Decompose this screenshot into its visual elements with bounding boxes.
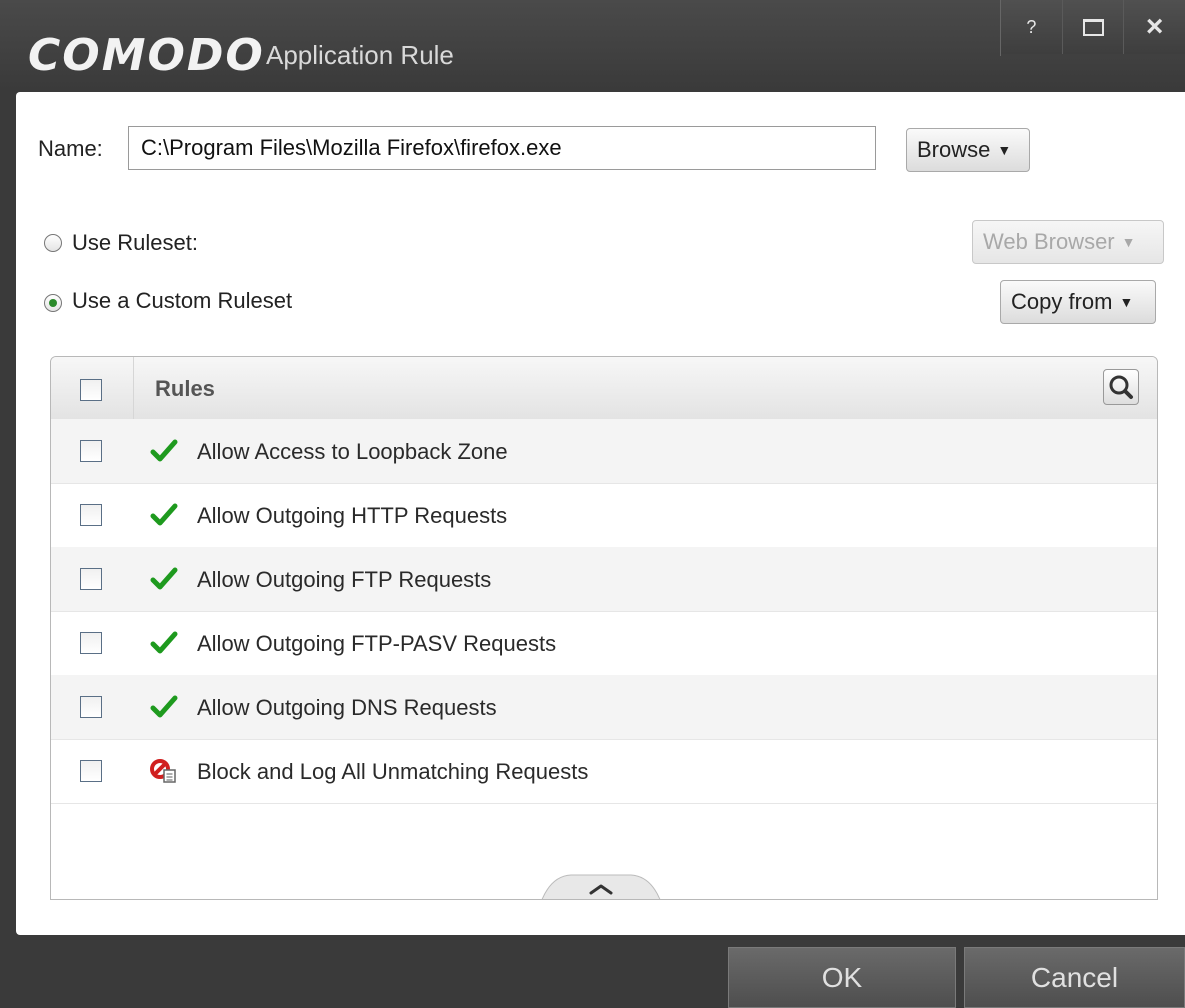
row-checkbox[interactable] [80, 696, 102, 718]
rules-column-header[interactable]: Rules [155, 376, 215, 402]
chevron-down-icon: ▼ [997, 142, 1012, 158]
cancel-button[interactable]: Cancel [964, 947, 1185, 1008]
allow-check-icon [150, 567, 178, 590]
title-bar: COMODO Application Rule ? × [0, 0, 1185, 92]
window-title: Application Rule [266, 40, 454, 70]
search-icon [1109, 375, 1133, 399]
select-all-checkbox[interactable] [80, 379, 102, 401]
dialog-footer: OK Cancel [0, 935, 1185, 1008]
copy-from-button[interactable]: Copy from ▼ [1000, 280, 1156, 324]
ok-button[interactable]: OK [728, 947, 956, 1008]
allow-check-icon [150, 439, 178, 462]
copy-from-label: Copy from [1011, 289, 1113, 314]
row-checkbox[interactable] [80, 632, 102, 654]
close-button[interactable]: × [1124, 0, 1185, 54]
ok-label: OK [821, 961, 863, 993]
allow-check-icon [150, 503, 178, 526]
collapse-toggle[interactable] [541, 872, 661, 900]
maximize-icon [1082, 18, 1104, 36]
row-checkbox[interactable] [80, 504, 102, 526]
row-checkbox[interactable] [80, 568, 102, 590]
application-rule-window: COMODO Application Rule ? × Name: Browse… [0, 0, 1185, 1008]
help-button[interactable]: ? [1001, 0, 1063, 54]
rule-label: Allow Access to Loopback Zone [197, 439, 508, 464]
use-custom-ruleset-label: Use a Custom Ruleset [72, 288, 293, 313]
use-custom-ruleset-radio[interactable] [44, 294, 62, 312]
header-divider [133, 357, 134, 419]
name-input[interactable] [128, 126, 876, 170]
rules-table: Rules Allow Access to Loopback Zone Allo… [50, 356, 1158, 900]
chevron-down-icon: ▼ [1121, 234, 1136, 250]
table-row[interactable]: Allow Outgoing DNS Requests [51, 675, 1157, 740]
ruleset-dropdown[interactable]: Web Browser ▼ [972, 220, 1164, 264]
rule-label: Allow Outgoing FTP-PASV Requests [197, 631, 557, 656]
table-row[interactable]: Allow Outgoing HTTP Requests [51, 483, 1157, 548]
maximize-button[interactable] [1062, 0, 1125, 54]
browse-button[interactable]: Browse ▼ [906, 128, 1030, 172]
browse-label: Browse [917, 137, 991, 162]
use-ruleset-radio[interactable] [44, 234, 62, 252]
use-ruleset-label: Use Ruleset: [72, 230, 198, 255]
chevron-down-icon: ▼ [1119, 294, 1134, 310]
rule-label: Block and Log All Unmatching Requests [197, 759, 589, 784]
close-icon: × [1145, 10, 1164, 43]
allow-check-icon [150, 695, 178, 718]
table-row[interactable]: Allow Outgoing FTP Requests [51, 547, 1157, 612]
window-controls: ? × [1000, 0, 1185, 56]
row-checkbox[interactable] [80, 760, 102, 782]
rule-label: Allow Outgoing DNS Requests [197, 695, 497, 720]
table-row[interactable]: Block and Log All Unmatching Requests [51, 739, 1157, 804]
rules-table-header: Rules [51, 357, 1157, 420]
rule-label: Allow Outgoing FTP Requests [197, 567, 492, 592]
row-checkbox[interactable] [80, 440, 102, 462]
rule-label: Allow Outgoing HTTP Requests [197, 503, 508, 528]
ruleset-dropdown-label: Web Browser [983, 229, 1115, 254]
table-row[interactable]: Allow Access to Loopback Zone [51, 419, 1157, 484]
comodo-logo: COMODO [28, 30, 265, 81]
search-button[interactable] [1103, 369, 1139, 405]
help-icon: ? [1026, 16, 1037, 37]
cancel-label: Cancel [1030, 961, 1119, 993]
table-row[interactable]: Allow Outgoing FTP-PASV Requests [51, 611, 1157, 676]
name-label: Name: [38, 136, 103, 161]
main-panel: Name: Browse ▼ Use Ruleset: Web Browser … [16, 92, 1185, 935]
allow-check-icon [150, 631, 178, 654]
block-log-icon [150, 759, 176, 783]
